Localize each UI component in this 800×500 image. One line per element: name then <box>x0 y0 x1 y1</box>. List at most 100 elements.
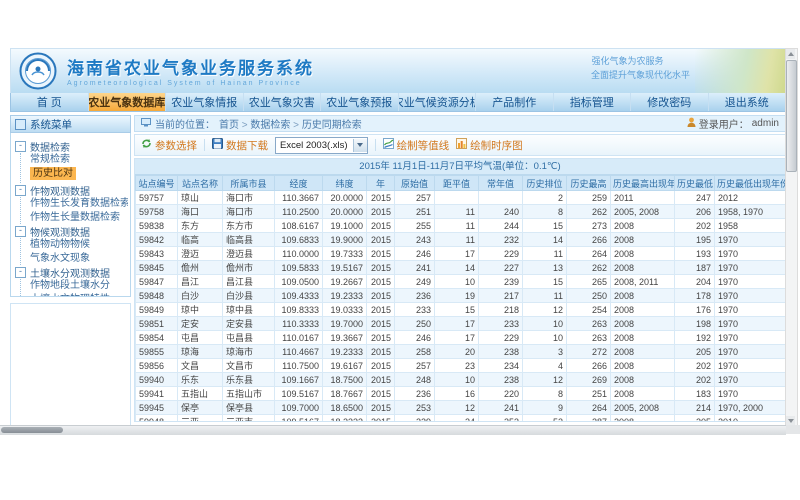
sidebar-item[interactable]: 作物地段土壤水分 <box>30 279 128 293</box>
breadcrumb-item[interactable]: 首页 <box>219 120 239 131</box>
nav-item-1[interactable]: 首 页 <box>11 93 89 111</box>
sidebar-item[interactable]: 气象水文现象 <box>30 252 128 266</box>
table-row[interactable]: 59854屯昌屯昌县110.016719.3667201524617229102… <box>136 331 786 345</box>
table-cell: 8 <box>523 387 567 401</box>
table-cell: 2008 <box>611 289 675 303</box>
nav-item-7[interactable]: 产品制作 <box>476 93 554 111</box>
nav-item-8[interactable]: 指标管理 <box>554 93 632 111</box>
vertical-scrollbar-thumb[interactable] <box>786 60 797 172</box>
table-row[interactable]: 59856文昌文昌市110.750019.6167201525723234426… <box>136 359 786 373</box>
tree-collapse-icon[interactable]: - <box>15 141 26 152</box>
column-header: 历史最高出现年份 <box>611 176 675 191</box>
nav-item-10[interactable]: 退出系统 <box>709 93 786 111</box>
horizontal-scrollbar-thumb[interactable] <box>1 427 63 433</box>
sidebar-item[interactable]: 植物动物物候 <box>30 238 128 252</box>
table-cell: 59856 <box>136 359 178 373</box>
sidebar-item[interactable]: 作物生长量数据检索 <box>30 211 128 225</box>
table-cell: 204 <box>675 275 715 289</box>
table-cell: 2008 <box>611 219 675 233</box>
sidebar-item[interactable]: 历史比对 <box>30 167 76 181</box>
tree-collapse-icon[interactable]: - <box>15 185 26 196</box>
tree-section-3[interactable]: -物候观测数据 <box>15 224 128 238</box>
tree-collapse-icon[interactable]: - <box>15 267 26 278</box>
nav-item-5[interactable]: 农业气象预报 <box>321 93 399 111</box>
column-header: 纬度 <box>323 176 367 191</box>
content-area: 系统菜单 -数据检索常规检索历史比对-作物观测数据作物生长发育数据检索作物生长量… <box>10 115 786 433</box>
nav-item-3[interactable]: 农业气象情报 <box>166 93 244 111</box>
toolbar-separator <box>204 139 205 151</box>
table-row[interactable]: 59843澄迈澄迈县110.000019.7333201524617229112… <box>136 247 786 261</box>
table-cell: 1970 <box>715 331 786 345</box>
table-cell: 15 <box>523 275 567 289</box>
chevron-down-icon[interactable] <box>353 139 367 152</box>
table-row[interactable]: 59845儋州儋州市109.583319.5167201524114227132… <box>136 261 786 275</box>
table-cell: 2008 <box>611 233 675 247</box>
nav-item-6[interactable]: 农业气候资源分析 <box>399 93 477 111</box>
table-row[interactable]: 59848白沙白沙县109.433319.2333201523619217112… <box>136 289 786 303</box>
nav-item-2[interactable]: 农业气象数据库 <box>89 93 167 111</box>
table-cell: 244 <box>479 219 523 233</box>
table-cell: 229 <box>395 415 435 423</box>
table-cell: 1970 <box>715 345 786 359</box>
table-cell: 19.9000 <box>323 233 367 247</box>
table-row[interactable]: 59948三亚三亚市109.516718.23332015229-2425352… <box>136 415 786 423</box>
table-cell: 202 <box>675 359 715 373</box>
table-row[interactable]: 59851定安定安县110.333319.7000201525017233102… <box>136 317 786 331</box>
table-cell: 264 <box>567 247 611 261</box>
table-row[interactable]: 59941五指山五指山市109.516718.76672015236162208… <box>136 387 786 401</box>
table-cell: 12 <box>523 303 567 317</box>
table-cell: 238 <box>479 373 523 387</box>
param-select-button[interactable]: 参数选择 <box>141 138 197 153</box>
table-cell: 2015 <box>367 303 395 317</box>
table-cell: 109.0500 <box>275 275 323 289</box>
table-row[interactable]: 59842临高临高县109.683319.9000201524311232142… <box>136 233 786 247</box>
horizontal-scrollbar[interactable] <box>0 425 786 435</box>
table-cell: 2008 <box>611 331 675 345</box>
table-cell: 193 <box>675 247 715 261</box>
table-cell: 临高 <box>178 233 223 247</box>
table-cell: 59838 <box>136 219 178 233</box>
table-cell: 234 <box>479 359 523 373</box>
table-row[interactable]: 59757琼山海口市110.366720.0000201525722592011… <box>136 191 786 205</box>
table-cell: 59848 <box>136 289 178 303</box>
tree-section-2[interactable]: -作物观测数据 <box>15 183 128 197</box>
table-row[interactable]: 59940乐东乐东县109.166718.7500201524810238122… <box>136 373 786 387</box>
vertical-scrollbar[interactable] <box>785 48 798 427</box>
table-cell: 琼海 <box>178 345 223 359</box>
table-row[interactable]: 59758海口海口市110.250020.0000201525111240826… <box>136 205 786 219</box>
draw-isoline-button[interactable]: 绘制等值线 <box>383 138 450 153</box>
table-row[interactable]: 59855琼海琼海市110.466719.2333201525820238327… <box>136 345 786 359</box>
nav-item-9[interactable]: 修改密码 <box>631 93 709 111</box>
table-cell: 14 <box>523 233 567 247</box>
table-row[interactable]: 59849琼中琼中县109.833319.0333201523315218122… <box>136 303 786 317</box>
sidebar-item[interactable]: 常规检索 <box>30 153 128 167</box>
tree-collapse-icon[interactable]: - <box>15 226 26 237</box>
table-row[interactable]: 59847昌江昌江县109.050019.2667201524910239152… <box>136 275 786 289</box>
breadcrumb-item[interactable]: 数据检索 <box>250 120 290 131</box>
sidebar-item[interactable]: 土壤水文物理特性 <box>30 293 128 298</box>
tree-section-4[interactable]: -土壤水分观测数据 <box>15 265 128 279</box>
table-cell: 10 <box>435 275 479 289</box>
tree-section-label: 作物观测数据 <box>30 183 90 198</box>
scroll-up-arrow-icon[interactable] <box>786 49 795 59</box>
table-cell: 2015 <box>367 205 395 219</box>
table-cell: 250 <box>567 289 611 303</box>
table-row[interactable]: 59945保亭保亭县109.700018.6500201525312241926… <box>136 401 786 415</box>
table-cell: 海口市 <box>223 191 275 205</box>
table-cell: 19.7333 <box>323 247 367 261</box>
table-cell: 17 <box>435 331 479 345</box>
table-cell: 五指山市 <box>223 387 275 401</box>
table-cell: 18.2333 <box>323 415 367 423</box>
tree-section-1[interactable]: -数据检索 <box>15 139 128 153</box>
table-cell: 2015 <box>367 289 395 303</box>
table-cell: 59945 <box>136 401 178 415</box>
data-download-button[interactable]: 数据下载 <box>212 138 268 153</box>
app-window: 海南省农业气象业务服务系统 Agrometeorological System … <box>10 48 786 433</box>
format-select[interactable]: Excel 2003(.xls) <box>275 137 368 154</box>
sidebar-item[interactable]: 作物生长发育数据检索 <box>30 197 128 211</box>
table-row[interactable]: 59838东方东方市108.616719.1000201525511244152… <box>136 219 786 233</box>
table-cell: 2011 <box>611 191 675 205</box>
app-banner: 海南省农业气象业务服务系统 Agrometeorological System … <box>10 48 786 93</box>
nav-item-4[interactable]: 农业气象灾害 <box>244 93 322 111</box>
draw-timeseries-button[interactable]: 绘制时序图 <box>456 138 523 153</box>
